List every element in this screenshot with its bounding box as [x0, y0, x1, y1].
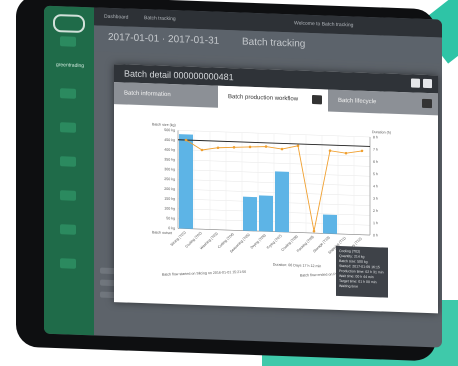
y-tick-right: 5 h	[373, 172, 378, 176]
chart-icon[interactable]	[312, 95, 322, 105]
x-tick-label: Frying (T07)	[266, 234, 283, 250]
tablet-device: greentrading Dashboard Batch tracking We…	[16, 0, 442, 362]
breadcrumb-page[interactable]: Batch tracking	[144, 15, 176, 22]
y-tick-left: 200 kg	[164, 187, 175, 191]
y-tick-left: 250 kg	[164, 177, 175, 181]
tab-label: Batch information	[124, 90, 171, 99]
y-tick-right: 0 h	[373, 233, 378, 237]
chart-bar	[275, 171, 289, 233]
line-point	[296, 144, 300, 148]
y-tick-left: 450 kg	[164, 138, 175, 142]
chart-bar	[243, 196, 257, 232]
y-tick-right: 6 h	[373, 160, 378, 164]
date-range: 2017-01-01 · 2017-01-31	[108, 31, 220, 47]
footer-duration: Duration: 06 Days 17 h 12 min	[273, 263, 322, 269]
y-tick-right: 4 h	[373, 184, 378, 188]
left-bottom-label: Batch outset	[152, 230, 172, 235]
dialog-title: Batch detail 000000000481	[124, 68, 234, 83]
line-point	[232, 146, 236, 149]
y-tick-left: 500 kg	[164, 128, 175, 132]
y-tick-right: 8 h	[373, 135, 378, 139]
sidebar-item-settings[interactable]	[60, 258, 76, 269]
tab-label: Batch lifecycle	[338, 97, 377, 106]
y-tick-right: 1 h	[373, 221, 378, 225]
check-icon[interactable]	[411, 78, 420, 88]
y-tick-left: 350 kg	[164, 157, 175, 161]
chart-tooltip: Cooling (T02) Quantity: 214 kg Batch siz…	[336, 245, 388, 298]
sidebar-item-reports[interactable]	[60, 190, 76, 201]
y-tick-right: 3 h	[373, 197, 378, 201]
line-point	[264, 145, 268, 148]
line-point	[216, 146, 220, 150]
tab-batch-lifecycle[interactable]: Batch lifecycle	[328, 89, 438, 116]
chart-bar	[323, 214, 337, 234]
tab-batch-information[interactable]: Batch information	[114, 82, 218, 108]
tab-label: Batch production workflow	[228, 94, 299, 103]
x-tick-label: Slicing (T01)	[170, 230, 187, 247]
workflow-chart: Batch size (kg) Duration (h) Batch outset 5…	[122, 110, 430, 307]
y-tick-left: 400 kg	[164, 148, 175, 152]
tablet-screen: greentrading Dashboard Batch tracking We…	[44, 5, 442, 348]
y-tick-left: 300 kg	[164, 167, 175, 171]
chart-bar	[179, 134, 193, 229]
search-icon[interactable]	[422, 98, 432, 109]
left-axis-title: Batch size (kg)	[152, 122, 176, 127]
y-tick-right: 7 h	[373, 148, 378, 152]
brand-name: greentrading	[55, 62, 85, 70]
y-tick-left: 50 kg	[166, 216, 175, 220]
sidebar-item-dashboard[interactable]	[60, 88, 76, 99]
logo-icon	[53, 13, 85, 34]
footer-left-note: Batch flow started on Slicing on 2016-01…	[162, 270, 247, 277]
x-tick-label: Drying (T06)	[250, 233, 267, 250]
line-point	[344, 151, 348, 155]
breadcrumb-home[interactable]: Dashboard	[104, 14, 128, 21]
right-axis-title: Duration (h)	[372, 130, 391, 135]
sidebar-item-production[interactable]	[60, 156, 76, 167]
sidebar-item-stock[interactable]	[60, 224, 76, 235]
tab-batch-production-workflow[interactable]: Batch production workflow	[218, 85, 328, 112]
line-point	[280, 147, 284, 151]
sidebar: greentrading	[44, 5, 94, 336]
line-point	[312, 229, 316, 233]
y-tick-right: 2 h	[373, 209, 378, 213]
batch-detail-dialog: Batch detail 000000000481 Batch informat…	[114, 64, 438, 314]
tooltip-line: Waiting time	[339, 283, 359, 289]
page-title: Batch tracking	[242, 36, 306, 50]
line-point	[360, 149, 364, 153]
line-point	[248, 145, 252, 149]
close-icon[interactable]	[423, 78, 432, 89]
top-notice: Welcome to Batch tracking	[294, 20, 354, 29]
line-point	[328, 149, 332, 153]
x-tick-label: Washing (T03)	[199, 232, 218, 251]
y-tick-left: 0 kg	[168, 226, 175, 230]
y-tick-left: 100 kg	[164, 206, 175, 210]
chart-bar	[259, 195, 273, 232]
sidebar-item-tracking[interactable]	[60, 122, 76, 133]
brand-icon	[60, 36, 76, 47]
y-tick-left: 150 kg	[164, 197, 175, 201]
